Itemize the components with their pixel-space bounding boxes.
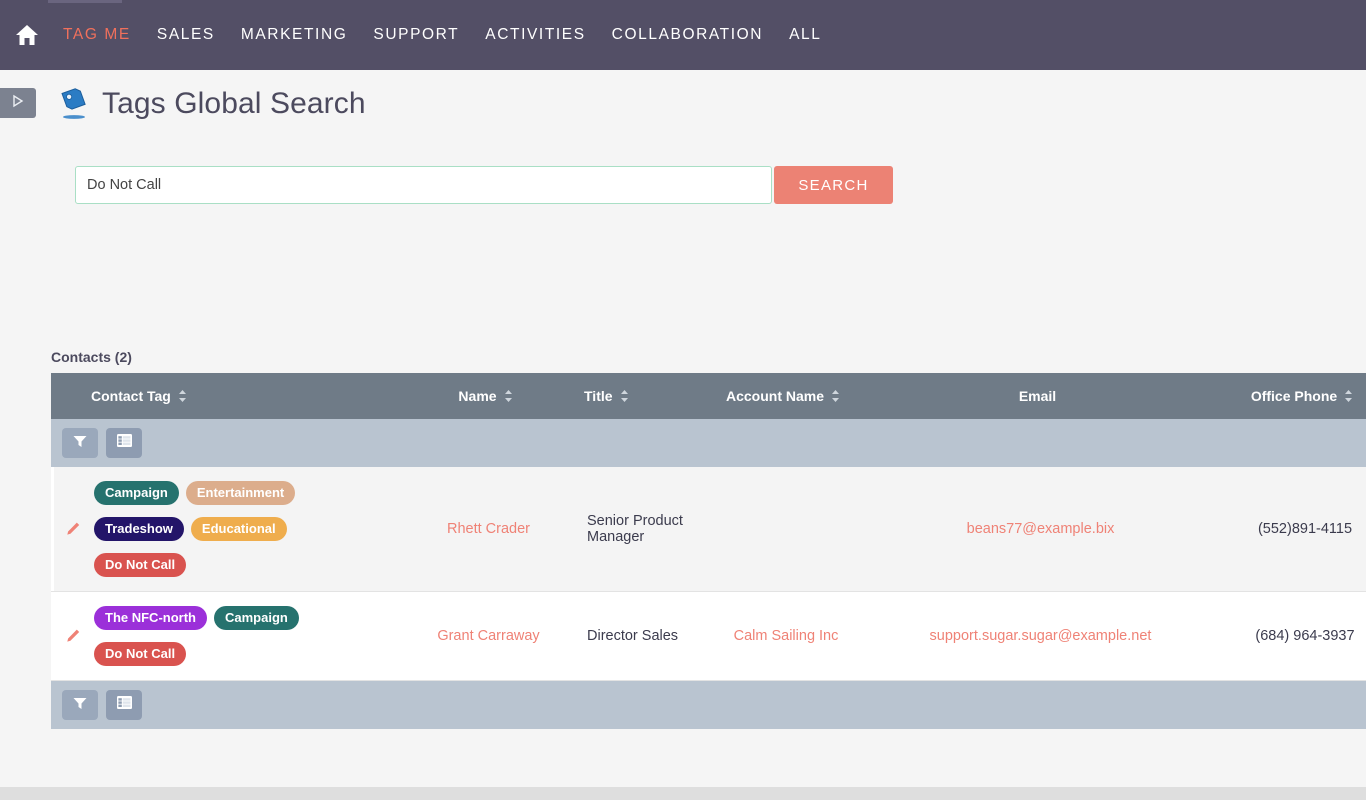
sort-arrows-icon[interactable]: [504, 389, 513, 403]
results-count-label: Contacts (2): [51, 349, 132, 365]
row-name-cell: Rhett Crader: [406, 515, 571, 543]
row-account-cell: Calm Sailing Inc: [706, 622, 866, 650]
column-header-title[interactable]: Title: [568, 388, 703, 404]
active-tab-indicator: [48, 0, 122, 3]
footer-bar: [0, 787, 1366, 800]
column-header-title-label: Title: [584, 388, 613, 404]
email-link[interactable]: beans77@example.bix: [967, 521, 1115, 537]
tag-icon: [54, 84, 94, 124]
column-header-name-label: Name: [458, 388, 497, 404]
row-edit-button[interactable]: [54, 622, 92, 650]
triangle-right-icon: [10, 94, 26, 113]
column-header-contact-tag[interactable]: Contact Tag: [89, 388, 403, 404]
page-footer-strip: [0, 787, 1366, 800]
contact-name-link[interactable]: Grant Carraway: [437, 628, 539, 644]
table-header-row: Contact Tag Name Title Account Name Emai…: [51, 373, 1366, 419]
sidebar-toggle-button[interactable]: [0, 88, 36, 118]
column-header-account-name[interactable]: Account Name: [703, 388, 863, 404]
sort-arrows-icon[interactable]: [178, 389, 187, 403]
home-icon[interactable]: [10, 18, 44, 52]
table-row[interactable]: Campaign Entertainment Tradeshow Educati…: [51, 467, 1366, 592]
nav-item-activities[interactable]: ACTIVITIES: [472, 26, 598, 44]
nav-item-sales[interactable]: SALES: [144, 26, 228, 44]
search-section: SEARCH: [0, 138, 1366, 266]
row-edit-button[interactable]: [54, 515, 92, 543]
table-toolbar-bottom: [51, 681, 1366, 729]
nav-item-tag-me[interactable]: TAG ME: [50, 26, 144, 44]
page-header: Tags Global Search: [0, 70, 1366, 138]
tag-chip[interactable]: Campaign: [213, 606, 299, 630]
tag-chip[interactable]: Tradeshow: [94, 517, 184, 541]
table-row[interactable]: The NFC-north Campaign Do Not Call Grant…: [51, 592, 1366, 681]
list-view-icon: [116, 695, 133, 715]
column-header-account-name-label: Account Name: [725, 388, 825, 404]
search-row: SEARCH: [75, 166, 1366, 204]
row-email-cell: beans77@example.bix: [866, 515, 1215, 543]
nav-item-collaboration[interactable]: COLLABORATION: [599, 26, 776, 44]
row-tags-cell: The NFC-north Campaign Do Not Call: [92, 592, 406, 680]
column-chooser-button[interactable]: [106, 690, 142, 720]
tag-chip[interactable]: Educational: [190, 517, 287, 541]
row-title-cell: Senior Product Manager: [587, 513, 683, 545]
column-chooser-button[interactable]: [106, 428, 142, 458]
row-tags-cell: Campaign Entertainment Tradeshow Educati…: [92, 467, 406, 591]
funnel-icon: [72, 695, 88, 716]
column-header-office-phone[interactable]: Office Phone: [1212, 388, 1366, 404]
table-toolbar-top: [51, 419, 1366, 467]
sort-arrows-icon[interactable]: [620, 389, 629, 403]
row-email-cell: support.sugar.sugar@example.net: [866, 622, 1215, 650]
row-phone-cell: (552)891-4115: [1257, 521, 1353, 537]
search-button[interactable]: SEARCH: [774, 166, 893, 204]
row-name-cell: Grant Carraway: [406, 622, 571, 650]
filter-button[interactable]: [62, 690, 98, 720]
tag-chip[interactable]: The NFC-north: [94, 606, 207, 630]
column-header-email-label: Email: [1018, 388, 1057, 404]
tag-chip[interactable]: Do Not Call: [94, 642, 187, 666]
column-header-contact-tag-label: Contact Tag: [91, 388, 171, 404]
tag-chip[interactable]: Entertainment: [185, 481, 296, 505]
pencil-icon: [65, 521, 81, 537]
page-title-group: Tags Global Search: [54, 84, 366, 124]
tag-chip[interactable]: Campaign: [94, 481, 179, 505]
top-navigation-bar: TAG ME SALES MARKETING SUPPORT ACTIVITIE…: [0, 0, 1366, 70]
email-link[interactable]: support.sugar.sugar@example.net: [930, 628, 1152, 644]
nav-item-marketing[interactable]: MARKETING: [228, 26, 361, 44]
list-view-icon: [116, 433, 133, 453]
column-header-email[interactable]: Email: [863, 388, 1212, 404]
column-header-name[interactable]: Name: [403, 388, 568, 404]
row-phone-cell: (684) 964-3937: [1255, 628, 1355, 644]
page-title: Tags Global Search: [102, 87, 366, 120]
filter-button[interactable]: [62, 428, 98, 458]
nav-item-support[interactable]: SUPPORT: [360, 26, 472, 44]
row-title-cell: Director Sales: [587, 628, 679, 644]
results-section: Contacts (2) Contact Tag Name Title Acco…: [0, 349, 1366, 729]
funnel-icon: [72, 433, 88, 454]
tag-list: The NFC-north Campaign Do Not Call: [94, 598, 402, 674]
column-header-office-phone-label: Office Phone: [1250, 388, 1338, 404]
account-name-link[interactable]: Calm Sailing Inc: [734, 628, 839, 644]
contact-name-link[interactable]: Rhett Crader: [447, 521, 530, 537]
tag-chip[interactable]: Do Not Call: [94, 553, 187, 577]
pencil-icon: [65, 628, 81, 644]
contacts-table: Contact Tag Name Title Account Name Emai…: [51, 373, 1366, 729]
nav-item-all[interactable]: ALL: [776, 26, 834, 44]
tag-list: Campaign Entertainment Tradeshow Educati…: [94, 473, 402, 585]
sort-arrows-icon[interactable]: [1344, 389, 1353, 403]
row-account-cell: [706, 523, 866, 535]
search-input[interactable]: [75, 166, 772, 204]
sort-arrows-icon[interactable]: [831, 389, 840, 403]
